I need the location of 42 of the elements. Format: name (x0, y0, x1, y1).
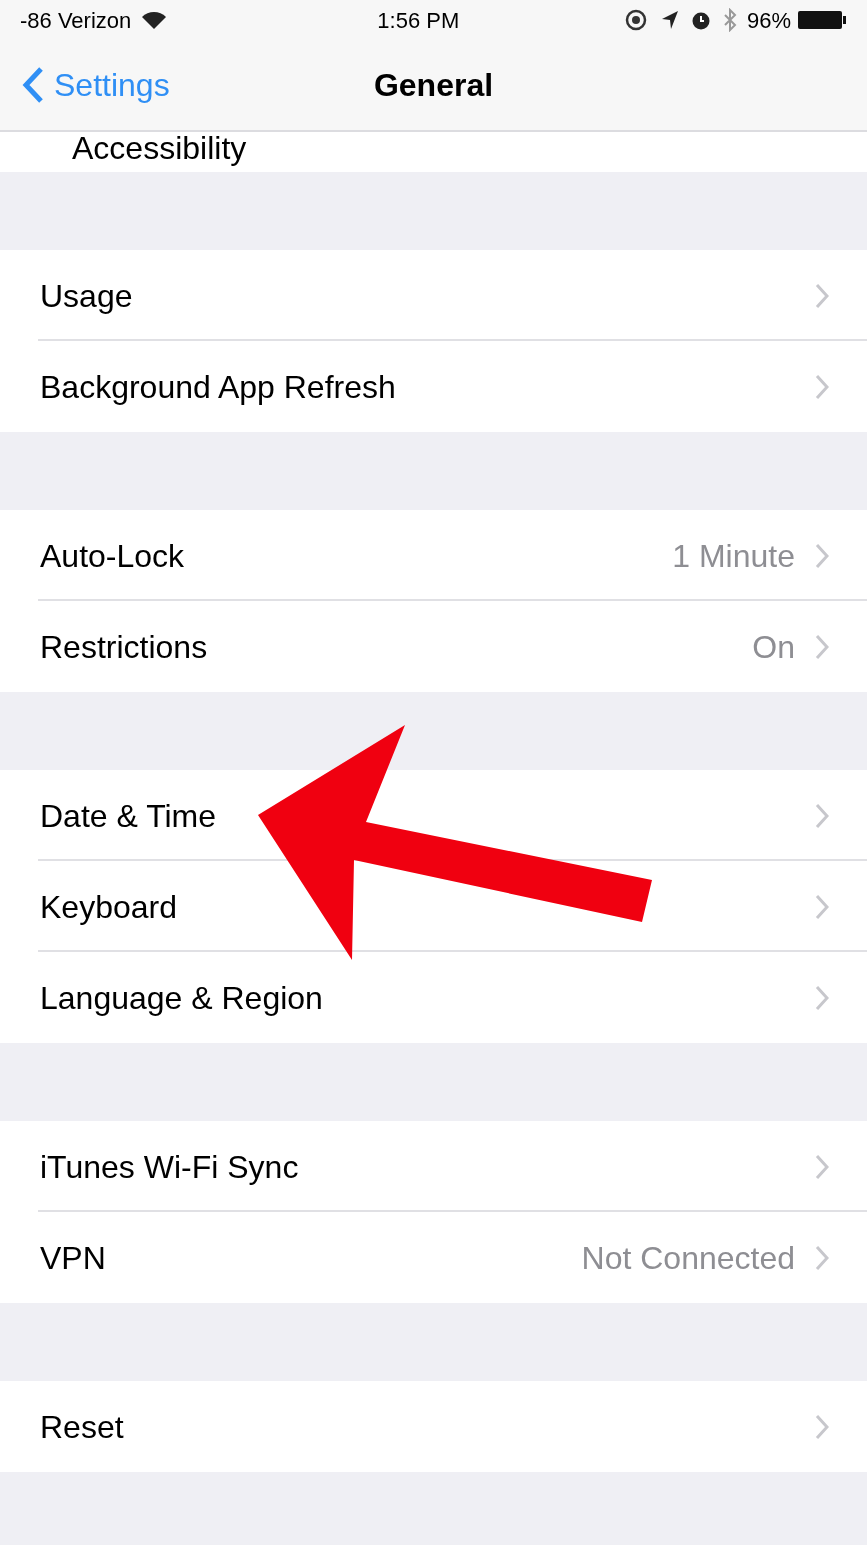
chevron-icon (815, 1244, 829, 1271)
chevron-icon (815, 802, 829, 829)
settings-row[interactable]: iTunes Wi-Fi Sync (0, 1121, 867, 1212)
bluetooth-icon (722, 8, 737, 32)
carrier-text: -86 Verizon (20, 6, 132, 35)
settings-row[interactable]: Language & Region (0, 952, 867, 1043)
settings-row[interactable]: Background App Refresh (0, 341, 867, 432)
battery-icon (797, 10, 847, 30)
row-label: Background App Refresh (40, 367, 397, 407)
chevron-icon (815, 1413, 829, 1440)
row-value: Not Connected (581, 1238, 795, 1278)
row-label: Auto-Lock (40, 536, 186, 576)
chevron-icon (815, 893, 829, 920)
row-label: Restrictions (40, 627, 209, 667)
row-value: On (752, 627, 795, 667)
row-label: iTunes Wi-Fi Sync (40, 1147, 300, 1187)
row-label: Reset (40, 1407, 125, 1447)
row-label: Date & Time (40, 796, 218, 836)
settings-row[interactable]: Auto-Lock 1 Minute (0, 510, 867, 601)
chevron-icon (815, 1153, 829, 1180)
row-value: 1 Minute (672, 536, 795, 576)
chevron-icon (815, 633, 829, 660)
row-label: Usage (40, 276, 134, 316)
rotation-lock-icon (624, 9, 647, 31)
clock-text: 1:56 PM (377, 6, 460, 35)
settings-row[interactable]: Restrictions On (0, 601, 867, 692)
chevron-icon (815, 373, 829, 400)
row-label: Accessibility (72, 132, 247, 166)
row-label: VPN (40, 1238, 107, 1278)
back-chevron-icon (22, 66, 44, 104)
chevron-icon (815, 282, 829, 309)
wifi-icon (141, 10, 168, 30)
row-label: Keyboard (40, 887, 178, 927)
page-title: General (373, 66, 494, 105)
chevron-icon (815, 542, 829, 569)
settings-row[interactable]: Reset (0, 1381, 867, 1472)
location-icon (660, 10, 679, 30)
battery-percent: 96% (746, 6, 791, 35)
settings-row[interactable]: VPN Not Connected (0, 1212, 867, 1303)
chevron-icon (815, 984, 829, 1011)
row-label: Language & Region (40, 978, 324, 1018)
settings-row[interactable]: Usage (0, 250, 867, 341)
